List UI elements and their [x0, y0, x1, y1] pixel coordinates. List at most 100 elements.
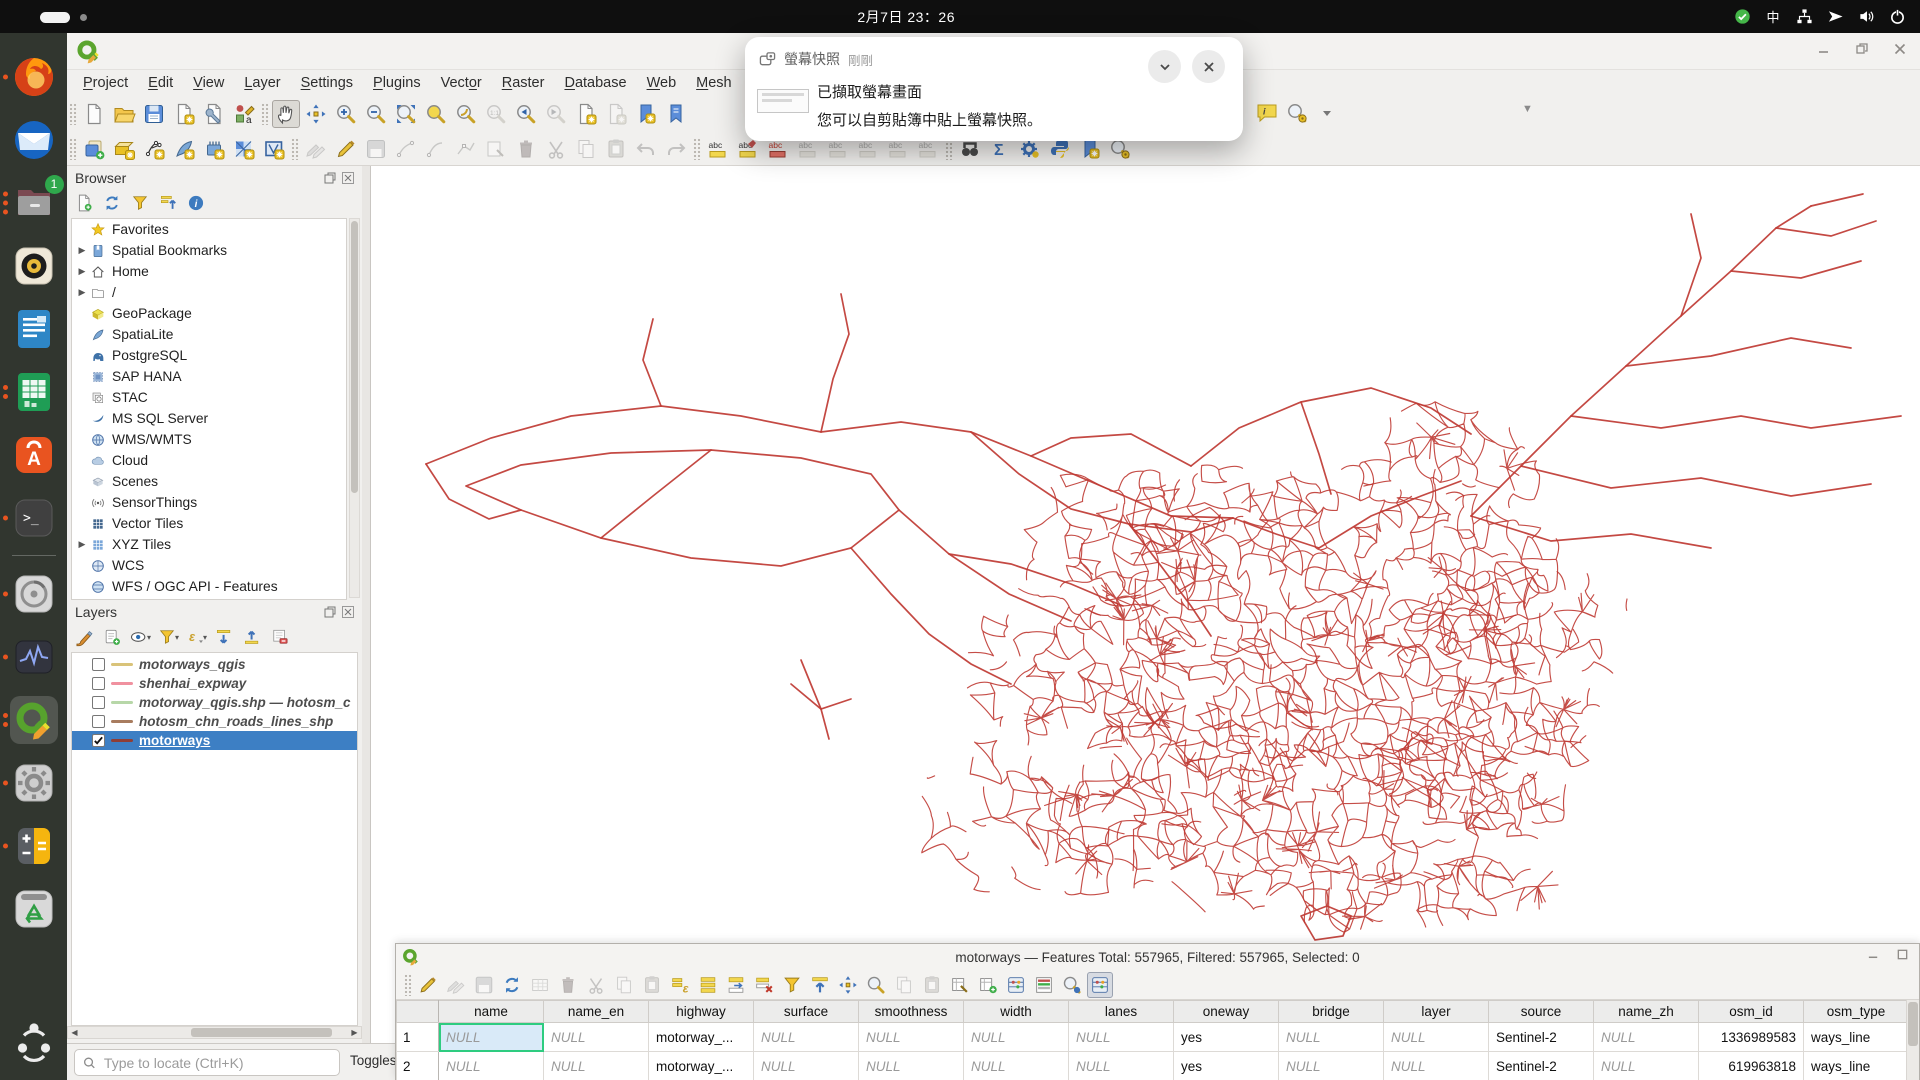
power-icon[interactable] [1888, 8, 1906, 26]
layout-manager-button[interactable] [200, 100, 228, 128]
dock-item-terminal[interactable]: >_ [0, 486, 67, 549]
browser-item-postgresql[interactable]: PostgreSQL [72, 345, 346, 366]
row-number[interactable]: 2 [397, 1052, 439, 1080]
pan-hand-button[interactable] [272, 100, 300, 128]
attr-table-scrollbar[interactable] [1906, 1000, 1919, 1080]
scroll-right-arrow[interactable]: ▶ [348, 1028, 361, 1037]
menu-vector[interactable]: Vector [431, 73, 492, 93]
expand-arrow-icon[interactable]: ▶ [76, 287, 88, 298]
corner-cell[interactable] [397, 1001, 439, 1023]
refresh-blue-button[interactable] [499, 972, 525, 998]
dock-item-files[interactable]: 1 [0, 171, 67, 234]
new-shapefile-button[interactable] [140, 135, 168, 163]
browser-scrollbar[interactable] [349, 218, 360, 598]
caret-button[interactable] [1313, 99, 1341, 127]
pan-selection-button[interactable] [835, 972, 861, 998]
dock-item-disks[interactable] [0, 562, 67, 625]
menu-web[interactable]: Web [637, 73, 687, 93]
attr-minimize-button[interactable] [1867, 948, 1880, 961]
dock-item-trash[interactable] [0, 877, 67, 940]
column-header-osm_id[interactable]: osm_id [1699, 1001, 1804, 1023]
dock-item-calculator[interactable] [0, 814, 67, 877]
column-header-lanes[interactable]: lanes [1069, 1001, 1174, 1023]
layers-close-button[interactable] [342, 606, 354, 618]
browser-item-spatialite[interactable]: SpatiaLite [72, 324, 346, 345]
new-layout-button[interactable] [170, 100, 198, 128]
deselect-button[interactable] [751, 972, 777, 998]
column-header-name[interactable]: name [439, 1001, 544, 1023]
browser-item-favorites[interactable]: Favorites [72, 219, 346, 240]
dock-item-lo-calc[interactable] [0, 360, 67, 423]
filter-funnel-sm-button[interactable] [779, 972, 805, 998]
menu-edit[interactable]: Edit [138, 73, 183, 93]
remove-layer-button[interactable] [268, 625, 292, 649]
cell-osm_type[interactable]: ways_line [1804, 1052, 1909, 1080]
new-map-view-button[interactable] [572, 100, 600, 128]
notification-expand-button[interactable] [1148, 50, 1181, 83]
cell-name_en[interactable]: NULL [544, 1023, 649, 1052]
layer-item-hotosm-chn-roads-lines-shp[interactable]: hotosm_chn_roads_lines_shp [72, 712, 357, 731]
add-raster-button[interactable] [230, 135, 258, 163]
search-mag-button[interactable] [1059, 972, 1085, 998]
cell-highway[interactable]: motorway_... [649, 1052, 754, 1080]
cell-oneway[interactable]: yes [1174, 1052, 1279, 1080]
move-top-button[interactable] [807, 972, 833, 998]
expand-arrow-icon[interactable]: ▶ [76, 266, 88, 277]
browser-item-stac[interactable]: STAC [72, 387, 346, 408]
save-project-button[interactable] [140, 100, 168, 128]
system-tray[interactable]: 中 [1733, 0, 1906, 33]
zoom-last-button[interactable] [512, 100, 540, 128]
ime-indicator[interactable]: 中 [1764, 8, 1782, 26]
browser-item-wms-wmts[interactable]: WMS/WMTS [72, 429, 346, 450]
network-hub-icon[interactable] [1795, 8, 1813, 26]
cell-smoothness[interactable]: NULL [859, 1023, 964, 1052]
browser-item-wfs-ogc-api-features[interactable]: WFS / OGC API - Features [72, 576, 346, 597]
menu-view[interactable]: View [183, 73, 234, 93]
cell-surface[interactable]: NULL [754, 1023, 859, 1052]
cond-format-button[interactable] [947, 972, 973, 998]
cell-width[interactable]: NULL [964, 1023, 1069, 1052]
map-tips-button[interactable]: i [1253, 99, 1281, 127]
attribute-table-titlebar[interactable]: motorways — Features Total: 557965, Filt… [396, 944, 1919, 970]
zoom-full-button[interactable] [392, 100, 420, 128]
styling-brush-button[interactable] [72, 625, 96, 649]
dock-item-show-apps[interactable] [0, 1009, 67, 1072]
cell-surface[interactable]: NULL [754, 1052, 859, 1080]
add-group-button[interactable] [100, 625, 124, 649]
bookmark-new-button[interactable] [632, 100, 660, 128]
zoom-mag-button[interactable] [863, 972, 889, 998]
field-calc-button[interactable] [1003, 972, 1029, 998]
minimize-button[interactable] [1816, 41, 1832, 57]
datasource-manager-button[interactable] [80, 135, 108, 163]
layers-float-button[interactable] [324, 606, 336, 618]
refresh-blue-button[interactable] [100, 191, 124, 215]
menu-raster[interactable]: Raster [492, 73, 555, 93]
select-all-button[interactable] [695, 972, 721, 998]
layer-item-shenhai-expway[interactable]: shenhai_expway [72, 674, 357, 693]
layer-item-motorways-qgis[interactable]: motorways_qgis [72, 655, 357, 674]
dock-item-settings[interactable] [0, 751, 67, 814]
layer-checkbox[interactable] [92, 715, 105, 728]
cell-layer[interactable]: NULL [1384, 1023, 1489, 1052]
open-project-button[interactable] [110, 100, 138, 128]
dock-rows-button[interactable] [1031, 972, 1057, 998]
layer-checkbox[interactable] [92, 734, 105, 747]
cell-name[interactable]: NULL [439, 1052, 544, 1080]
cell-width[interactable]: NULL [964, 1052, 1069, 1080]
cell-name_zh[interactable]: NULL [1594, 1052, 1699, 1080]
add-selected-layers-button[interactable] [72, 191, 96, 215]
column-header-bridge[interactable]: bridge [1279, 1001, 1384, 1023]
menu-plugins[interactable]: Plugins [363, 73, 431, 93]
restore-button[interactable] [1854, 41, 1870, 57]
cell-bridge[interactable]: NULL [1279, 1023, 1384, 1052]
dock-item-thunderbird[interactable] [0, 108, 67, 171]
dock-item-firefox[interactable] [0, 45, 67, 108]
layers-hscrollbar[interactable]: ◀ ▶ [67, 1026, 362, 1039]
calc-abacus-button[interactable] [1087, 972, 1113, 998]
add-mesh-button[interactable] [260, 135, 288, 163]
expand-arrow-icon[interactable]: ▶ [76, 539, 88, 550]
cell-source[interactable]: Sentinel-2 [1489, 1023, 1594, 1052]
browser-item--[interactable]: ▶/ [72, 282, 346, 303]
column-header-name_zh[interactable]: name_zh [1594, 1001, 1699, 1023]
expand-all-button[interactable] [212, 625, 236, 649]
